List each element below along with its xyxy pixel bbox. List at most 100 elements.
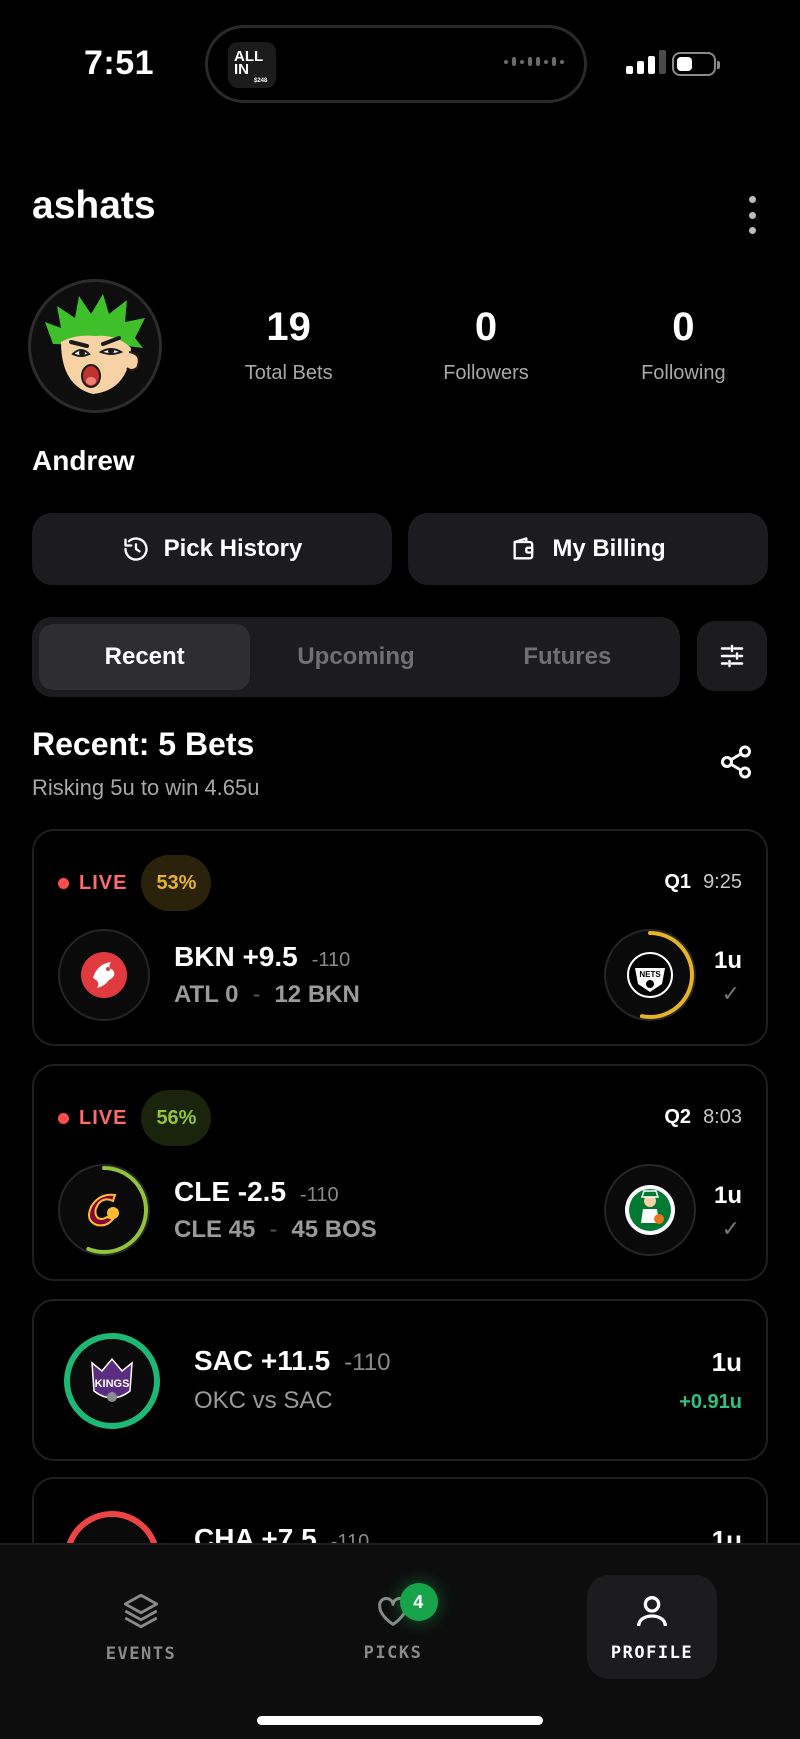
bet-result: +0.91u [679, 1391, 742, 1413]
home-score: 45 BOS [291, 1216, 377, 1243]
share-button[interactable] [718, 744, 754, 780]
wallet-icon [513, 537, 534, 560]
filter-button[interactable] [697, 621, 767, 691]
bet-card[interactable]: LIVE 53% Q1 9:25 BKN +9.5 -110 ATL 0-12 BK… [32, 829, 768, 1046]
island-app-sub: $248 [254, 78, 268, 84]
quarter: Q2 [664, 1106, 692, 1128]
island-app-label: ALL IN [234, 48, 263, 78]
my-billing-label: My Billing [552, 535, 666, 562]
waveform-icon [504, 57, 564, 66]
live-status: LIVE 56% [58, 1090, 212, 1146]
home-indicator[interactable] [257, 1716, 543, 1725]
win-probability-ring [606, 931, 694, 1019]
score-separator: - [269, 1216, 278, 1243]
stat-label: Total Bets [244, 362, 333, 384]
pick-history-button[interactable]: Pick History [32, 513, 392, 585]
pick-line: SAC +11.5 -110 [194, 1345, 390, 1377]
pick-text: CLE -2.5 [174, 1176, 287, 1207]
stat-value: 19 [266, 305, 311, 349]
tab-upcoming[interactable]: Upcoming [250, 624, 461, 690]
pick-text: BKN +9.5 [174, 941, 298, 972]
svg-text:KINGS: KINGS [95, 1378, 130, 1390]
bottom-tab-bar: EVENTS PICKS 4 PROFILE [0, 1543, 800, 1739]
cartoon-avatar-icon [45, 294, 145, 394]
celtics-logo-icon [604, 1164, 696, 1256]
pick-line: BKN +9.5 -110 [174, 941, 350, 973]
kings-logo-icon: KINGS [64, 1333, 160, 1429]
tab-picks-label: PICKS [363, 1643, 423, 1663]
bets-segmented-control: Recent Upcoming Futures [32, 617, 680, 697]
history-icon [123, 537, 148, 561]
bet-card[interactable]: LIVE 56% Q2 8:03 CLE -2.5 -110 CLE 45-45 B… [32, 1064, 768, 1281]
stat-followers[interactable]: 0 Followers [387, 305, 584, 385]
tab-futures[interactable]: Futures [462, 624, 673, 690]
score-line: CLE 45-45 BOS [174, 1216, 377, 1244]
stat-label: Followers [443, 362, 529, 384]
user-icon [637, 1596, 667, 1627]
bet-card[interactable]: KINGS SAC +11.5 -110 OKC vs SAC 1u +0.91u [32, 1299, 768, 1461]
home-score: 12 BKN [274, 981, 360, 1008]
profile-stats: 19 Total Bets 0 Followers 0 Following [190, 305, 782, 385]
display-name: Andrew [32, 445, 135, 476]
matchup: OKC vs SAC [194, 1387, 333, 1414]
more-vertical-icon[interactable] [736, 196, 768, 234]
nets-logo-icon: NETS [604, 929, 696, 1021]
my-billing-button[interactable]: My Billing [408, 513, 768, 585]
win-probability-arc [606, 931, 694, 1019]
battery-icon [672, 52, 720, 76]
page-title: ashats [32, 184, 156, 227]
dynamic-island[interactable]: ALL IN $248 [205, 25, 587, 103]
score-line: ATL 0-12 BKN [174, 981, 360, 1009]
quarter: Q1 [664, 871, 692, 893]
status-time: 7:51 [84, 44, 155, 82]
pick-text: SAC +11.5 [194, 1345, 331, 1376]
pick-odds: -110 [300, 1184, 339, 1206]
live-dot-icon [58, 1112, 69, 1124]
tab-recent[interactable]: Recent [39, 624, 251, 690]
tab-profile-label: PROFILE [610, 1643, 694, 1663]
live-dot-icon [58, 877, 69, 889]
recent-title: Recent: 5 Bets [32, 726, 255, 762]
win-probability-ring [60, 1166, 148, 1254]
avatar[interactable] [28, 279, 162, 413]
win-probability-arc [60, 1166, 148, 1254]
tab-profile[interactable]: PROFILE [587, 1575, 717, 1679]
live-status: LIVE 53% [58, 855, 212, 911]
pick-odds: -110 [311, 949, 351, 971]
live-label: LIVE [79, 1106, 128, 1129]
signal-icon [626, 50, 666, 74]
check-icon: ✓ [721, 981, 740, 1006]
live-label: LIVE [79, 871, 128, 894]
win-probability-badge: 53% [141, 855, 212, 911]
stat-value: 0 [672, 305, 695, 349]
stat-value: 0 [474, 305, 498, 349]
game-clock: 8:03 [703, 1106, 742, 1128]
status-bar: 7:51 ALL IN $248 [0, 0, 800, 130]
away-score: CLE 45 [174, 1216, 256, 1243]
tab-events[interactable]: EVENTS [76, 1575, 206, 1679]
cavaliers-logo-icon [58, 1164, 150, 1256]
pick-odds: -110 [344, 1349, 391, 1376]
game-clock: 9:25 [703, 871, 742, 893]
bet-units: 1u [711, 1347, 742, 1377]
hawks-logo-icon [58, 929, 150, 1021]
share-icon [721, 745, 751, 779]
stat-total-bets[interactable]: 19 Total Bets [190, 305, 387, 385]
bet-units: 1u [713, 947, 742, 974]
picks-count-badge: 4 [400, 1583, 438, 1621]
layers-icon [123, 1593, 159, 1629]
tab-events-label: EVENTS [105, 1644, 177, 1664]
check-icon: ✓ [721, 1216, 740, 1241]
tab-picks[interactable]: PICKS 4 [328, 1575, 458, 1679]
recent-subtitle: Risking 5u to win 4.65u [32, 775, 260, 800]
stat-label: Following [641, 362, 726, 384]
sliders-icon [720, 644, 744, 668]
win-probability-badge: 56% [141, 1090, 212, 1146]
score-separator: - [252, 981, 261, 1008]
away-score: ATL 0 [174, 981, 239, 1008]
game-period: Q1 9:25 [664, 871, 742, 894]
island-app-icon: ALL IN $248 [228, 42, 276, 88]
bet-units: 1u [713, 1182, 742, 1209]
stat-following[interactable]: 0 Following [585, 305, 782, 385]
pick-line: CLE -2.5 -110 [174, 1176, 339, 1208]
